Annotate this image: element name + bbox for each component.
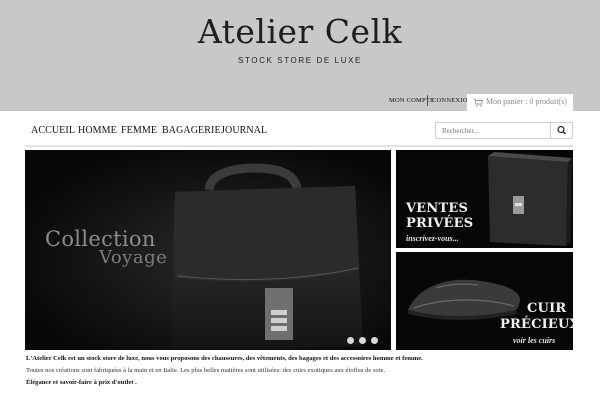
banner-cuir-precieux[interactable]: CUIR PRÉCIEUX voir les cuirs: [396, 252, 573, 350]
nav-item-homme[interactable]: HOMME: [78, 125, 117, 136]
search-icon: [557, 125, 566, 135]
banner2-title-line1: CUIR: [527, 301, 567, 316]
cart-button[interactable]: Mon panier : 0 produit(s): [467, 94, 573, 111]
cart-icon: [473, 98, 483, 107]
search-button[interactable]: [550, 123, 572, 138]
nav-item-journal[interactable]: JOURNAL: [221, 125, 267, 136]
slider-dot-2[interactable]: [359, 337, 366, 344]
nav-item-femme[interactable]: FEMME: [121, 125, 157, 136]
banner2-subtitle[interactable]: voir les cuirs: [513, 336, 555, 345]
search-input[interactable]: [436, 123, 550, 138]
site-header: Atelier Celk STOCK STORE DE LUXE MON COM…: [0, 0, 600, 111]
slider-dot-1[interactable]: [347, 337, 354, 344]
banner2-title-line2: PRÉCIEUX: [500, 317, 573, 332]
banner-ventes-privees[interactable]: VENTES PRIVÉES inscrivez-vous...: [396, 150, 573, 248]
intro-line-3: Élégance et savoir-faire à prix d'outlet…: [26, 379, 137, 386]
account-divider: [427, 95, 428, 106]
intro-line-2: Toutes nos créations sont fabriquées à l…: [26, 367, 386, 374]
intro-line-1: L'Atelier Celk est un stock store de lux…: [26, 355, 423, 362]
brand-tagline: STOCK STORE DE LUXE: [238, 56, 362, 65]
nav-item-accueil[interactable]: ACCUEIL: [31, 125, 75, 136]
hero-title-line2: Voyage: [99, 247, 168, 268]
search-box: [435, 122, 573, 139]
nav-item-bagagerie[interactable]: BAGAGERIE: [162, 125, 221, 136]
banner1-subtitle[interactable]: inscrivez-vous...: [406, 234, 459, 243]
banner1-title-line2: PRIVÉES: [406, 216, 474, 231]
brand-logo[interactable]: Atelier Celk: [0, 12, 600, 51]
hero-slider[interactable]: Collection Voyage: [25, 150, 391, 350]
slider-dot-3[interactable]: [371, 337, 378, 344]
nav-divider: [25, 145, 573, 147]
banner1-title-line1: VENTES: [406, 201, 469, 216]
cart-label: Mon panier : 0 produit(s): [486, 97, 567, 106]
